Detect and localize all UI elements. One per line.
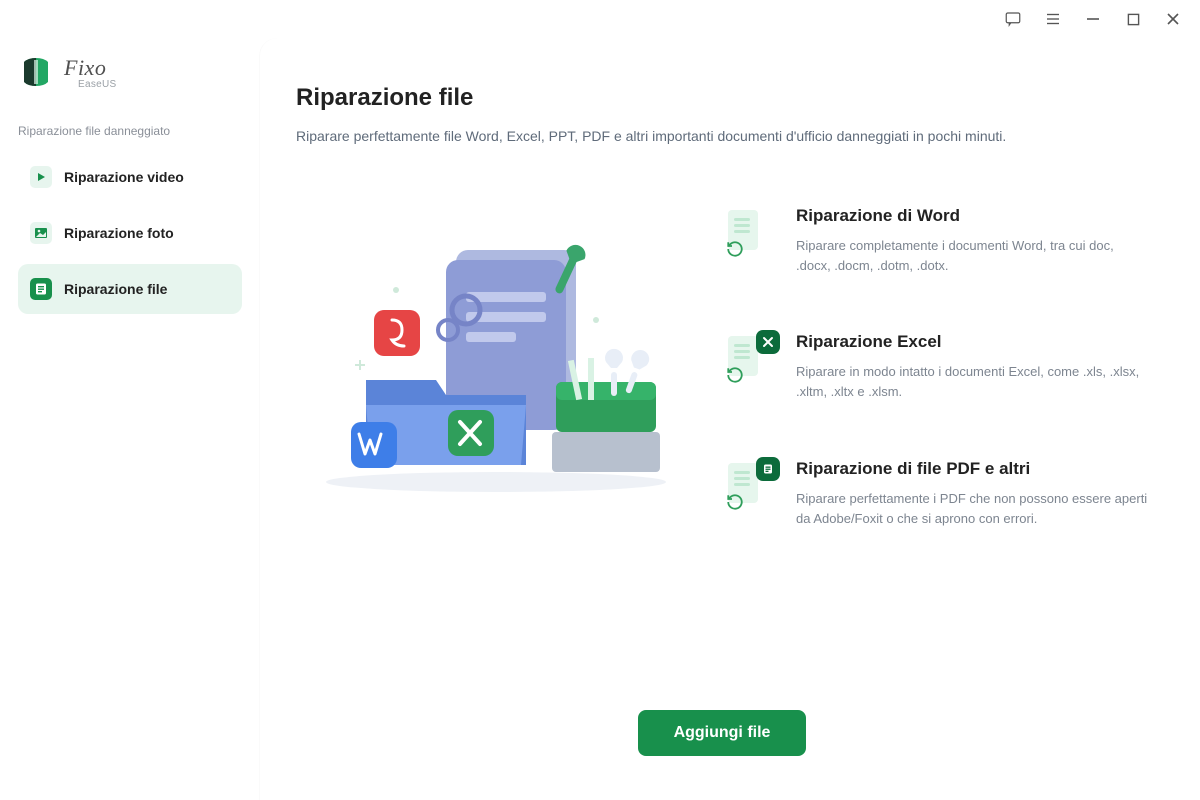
close-icon[interactable] [1164,10,1182,28]
sidebar-item-label: Riparazione file [64,281,167,297]
sidebar: Fixo EaseUS Riparazione file danneggiato… [0,38,260,800]
brand-name: Fixo [64,55,117,81]
hero-illustration [296,200,696,500]
sidebar-section-title: Riparazione file danneggiato [18,124,242,138]
page-subtitle: Riparare perfettamente file Word, Excel,… [296,128,1148,144]
app-body: Fixo EaseUS Riparazione file danneggiato… [0,38,1200,800]
main-panel: Riparazione file Riparare perfettamente … [260,38,1200,800]
minimize-icon[interactable] [1084,10,1102,28]
pdf-repair-icon [728,459,778,509]
add-file-button[interactable]: Aggiungi file [638,710,807,756]
excel-repair-icon [728,332,778,382]
menu-icon[interactable] [1044,10,1062,28]
feature-title: Riparazione Excel [796,332,1148,352]
file-icon [30,278,52,300]
feature-pdf-repair: Riparazione di file PDF e altri Riparare… [728,459,1148,529]
feature-desc: Riparare completamente i documenti Word,… [796,236,1148,276]
action-row: Aggiungi file [296,680,1148,770]
vendor-name: EaseUS [78,79,117,90]
logo-icon [18,54,54,90]
feature-word-repair: Riparazione di Word Riparare completamen… [728,206,1148,276]
feature-desc: Riparare perfettamente i PDF che non pos… [796,489,1148,529]
window-titlebar [0,0,1200,38]
sidebar-item-label: Riparazione video [64,169,184,185]
content-row: Riparazione di Word Riparare completamen… [296,200,1148,529]
sidebar-item-photo-repair[interactable]: Riparazione foto [18,208,242,258]
page-title: Riparazione file [296,84,1148,112]
sidebar-item-video-repair[interactable]: Riparazione video [18,152,242,202]
feature-list: Riparazione di Word Riparare completamen… [728,200,1148,529]
feature-title: Riparazione di Word [796,206,1148,226]
sidebar-item-file-repair[interactable]: Riparazione file [18,264,242,314]
feature-excel-repair: Riparazione Excel Riparare in modo intat… [728,332,1148,402]
feature-title: Riparazione di file PDF e altri [796,459,1148,479]
sidebar-item-label: Riparazione foto [64,225,174,241]
feedback-icon[interactable] [1004,10,1022,28]
feature-desc: Riparare in modo intatto i documenti Exc… [796,362,1148,402]
photo-icon [30,222,52,244]
app-logo: Fixo EaseUS [18,54,242,90]
word-repair-icon [728,206,778,256]
video-icon [30,166,52,188]
maximize-icon[interactable] [1124,10,1142,28]
